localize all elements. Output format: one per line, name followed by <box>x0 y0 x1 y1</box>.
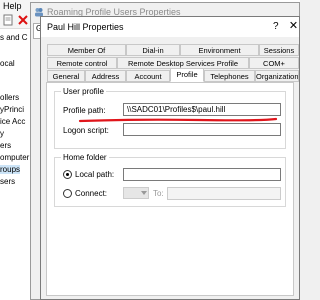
tab-address[interactable]: Address <box>85 70 126 82</box>
connect-radio[interactable] <box>63 189 72 198</box>
tab-dial-in[interactable]: Dial-in <box>126 44 180 56</box>
tab-general[interactable]: General <box>47 70 85 82</box>
home-folder-group: Home folder Local path: Connect: To: <box>54 153 286 207</box>
menu-help[interactable]: Help <box>3 1 22 11</box>
home-folder-group-label: Home folder <box>61 153 109 162</box>
tree-item[interactable]: ollers <box>0 93 19 102</box>
annotation-underline <box>78 117 278 123</box>
tab-member-of[interactable]: Member Of <box>47 44 126 56</box>
close-icon[interactable]: ✕ <box>287 18 300 35</box>
user-profile-group-label: User profile <box>61 87 106 96</box>
delete-icon[interactable] <box>17 14 29 26</box>
tree-item[interactable]: y <box>0 129 4 138</box>
tab-telephones[interactable]: Telephones <box>204 70 255 82</box>
tree-item[interactable]: s and C <box>0 33 28 42</box>
tab-com-plus[interactable]: COM+ <box>249 57 299 69</box>
logon-script-input[interactable] <box>123 123 281 136</box>
tree-item[interactable]: omputer <box>0 153 29 162</box>
tab-remote-control[interactable]: Remote control <box>47 57 117 69</box>
dialog-title-bar: Paul Hill Properties ? ✕ <box>41 17 299 37</box>
profile-path-input[interactable]: \\SADC01\Profiles$\paul.hill <box>123 103 281 116</box>
tab-account[interactable]: Account <box>126 70 170 82</box>
tab-environment[interactable]: Environment <box>180 44 259 56</box>
logon-script-label: Logon script: <box>63 126 109 135</box>
profile-path-label: Profile path: <box>63 106 106 115</box>
local-path-label: Local path: <box>75 170 115 179</box>
tree-item[interactable]: ocal <box>0 59 15 68</box>
dialog-title: Paul Hill Properties <box>47 22 124 32</box>
tree-item[interactable]: ers <box>0 141 11 150</box>
local-path-radio[interactable] <box>63 170 72 179</box>
connect-path-input[interactable] <box>167 187 281 200</box>
profile-tab-panel: User profile Profile path: \\SADC01\Prof… <box>46 82 294 296</box>
connect-label: Connect: <box>75 189 108 198</box>
to-label: To: <box>153 189 164 198</box>
tab-profile[interactable]: Profile <box>170 68 204 82</box>
tab-sessions[interactable]: Sessions <box>259 44 299 56</box>
local-path-input[interactable] <box>123 168 281 181</box>
tab-organization[interactable]: Organization <box>255 70 299 82</box>
drive-letter-select[interactable] <box>123 187 149 199</box>
document-icon[interactable] <box>2 14 14 26</box>
tree-item[interactable]: ice Acc <box>0 117 25 126</box>
chevron-down-icon <box>141 191 147 195</box>
tree-item[interactable]: yPrinci <box>0 105 24 114</box>
tab-row-1: Member Of Dial-in Environment Sessions <box>41 44 301 57</box>
help-icon[interactable]: ? <box>273 21 279 32</box>
tree-item[interactable]: sers <box>0 177 15 186</box>
tree-item-selected[interactable]: roups <box>0 165 21 174</box>
